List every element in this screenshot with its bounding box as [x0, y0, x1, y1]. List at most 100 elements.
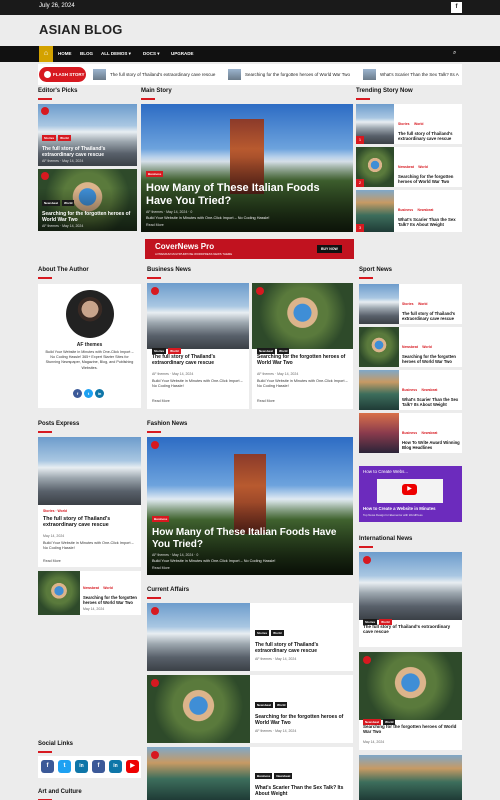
affairs-item[interactable]: Stories World The full story of Thailand's… [147, 603, 353, 671]
post-title[interactable]: The full story of Thailand's extraordina… [43, 516, 138, 529]
post-title[interactable]: Searching for the forgotten heroes of Wo… [257, 354, 350, 366]
twitter-icon[interactable]: t [58, 760, 71, 773]
post-title[interactable]: The full story of Thailand's extraordina… [42, 146, 133, 158]
tag[interactable]: Newsbeat [274, 773, 293, 779]
tag[interactable]: Stories [255, 630, 270, 636]
tag[interactable]: World [275, 702, 288, 708]
post-title[interactable]: The full story of Thailand's extraordina… [402, 311, 460, 321]
facebook-icon[interactable]: f [92, 760, 105, 773]
post-category[interactable]: Newsbeat [422, 431, 438, 435]
nav-blog[interactable]: BLOG [80, 46, 93, 62]
tag[interactable]: World [58, 135, 71, 141]
search-icon[interactable]: ⌕ [453, 50, 456, 57]
sport-item[interactable]: Stories World The full story of Thailand'… [359, 284, 462, 324]
post-title[interactable]: What's Scarier Than the Sex Talk? Its Ab… [255, 785, 350, 797]
twitter-icon[interactable]: t [84, 389, 93, 398]
post-title[interactable]: What's Scarier Than the Sex Talk? Its Ab… [398, 217, 460, 227]
business-card[interactable]: Stories World The full story of Thailand'… [147, 283, 249, 409]
site-logo[interactable]: ASIAN BLOG [39, 22, 123, 37]
post-title[interactable]: The full story of Thailand's extraordina… [255, 642, 350, 654]
ad-buy-now-button[interactable]: BUY NOW [317, 245, 342, 253]
post-category[interactable]: Business [398, 208, 413, 212]
post-author[interactable]: AF themes [255, 729, 272, 733]
post-title[interactable]: How Many of These Italian Foods Have You… [152, 527, 348, 551]
home-icon[interactable]: ⌂ [39, 46, 53, 62]
tag[interactable]: Newsbeat [42, 200, 61, 206]
post-title[interactable]: The full story of Thailand's extraordina… [363, 624, 459, 635]
facebook-icon[interactable]: f [73, 389, 82, 398]
sport-item[interactable]: Business Newsbeat How To Write Award Winn… [359, 413, 462, 453]
post-category[interactable]: Newsbeat [83, 586, 99, 590]
sport-item[interactable]: Business Newsbeat What's Scarier Than the… [359, 370, 462, 410]
facebook-icon[interactable]: f [451, 2, 462, 13]
post-author[interactable]: AF themes [257, 372, 274, 376]
read-more-link[interactable]: Read More [152, 399, 170, 403]
play-icon[interactable]: ▶ [402, 484, 417, 495]
international-card[interactable]: Stories World The full story of Thailand'… [359, 552, 462, 647]
international-card[interactable] [359, 755, 462, 800]
ad-banner[interactable]: CoverNews Pro A PREMIUM MULTIPURPOSE WOR… [145, 239, 354, 259]
tag[interactable]: World [62, 200, 75, 206]
international-card[interactable]: Newsbeat World Searching for the forgotte… [359, 652, 462, 750]
post-category[interactable]: Newsbeat [398, 165, 414, 169]
post-title[interactable]: What's Scarier Than the Sex Talk? Its Ab… [402, 397, 460, 407]
post-category[interactable]: Newsbeat [422, 388, 438, 392]
post-title[interactable]: Searching for the forgotten heroes of Wo… [83, 595, 139, 605]
post-category[interactable]: Business [402, 431, 417, 435]
post-category[interactable]: World [422, 345, 432, 349]
post-category[interactable]: Newsbeat [418, 208, 434, 212]
post-title[interactable]: Searching for the forgotten heroes of Wo… [398, 174, 460, 184]
editors-card[interactable]: Stories World The full story of Thailand'… [38, 104, 137, 166]
editors-card[interactable]: Newsbeat World Searching for the forgotte… [38, 169, 137, 231]
post-author[interactable]: AF themes [152, 372, 169, 376]
flash-item[interactable]: What's Scarier Than the Sex Talk? Its A [363, 67, 462, 82]
linkedin-icon[interactable]: in [75, 760, 88, 773]
post-title[interactable]: Searching for the forgotten heroes of Wo… [255, 714, 350, 726]
facebook-icon[interactable]: f [41, 760, 54, 773]
affairs-item[interactable]: Business Newsbeat What's Scarier Than the … [147, 747, 353, 800]
video-widget[interactable]: How to Create Webs... ▶ How to Create a … [359, 466, 462, 522]
tag[interactable]: Business [152, 515, 170, 522]
post-category[interactable]: Newsbeat [402, 345, 418, 349]
post-category[interactable]: World [414, 122, 424, 126]
post-category[interactable]: World [103, 586, 113, 590]
trending-item[interactable]: 2 Newsbeat World Searching for the forgot… [356, 147, 462, 187]
tag[interactable]: Stories [42, 135, 57, 141]
post-title[interactable]: The full story of Thailand's extraordina… [152, 354, 246, 366]
sport-item[interactable]: Newsbeat World Searching for the forgotte… [359, 327, 462, 367]
read-more-link[interactable]: Read More [152, 566, 348, 570]
nav-all-demos[interactable]: ALL DEMOS ▾ [101, 46, 131, 62]
express-item[interactable]: Newsbeat World Searching for the forgotte… [38, 571, 141, 615]
post-title[interactable]: The full story of Thailand's extraordina… [398, 131, 460, 141]
post-author[interactable]: AF themes [255, 657, 272, 661]
post-category[interactable]: Stories [398, 122, 410, 126]
post-title[interactable]: How Many of These Italian Foods Have You… [146, 182, 348, 208]
business-card[interactable]: Newsbeat World Searching for the forgotte… [252, 283, 353, 409]
post-author[interactable]: AF themes [152, 553, 169, 557]
post-category[interactable]: World [418, 165, 428, 169]
fashion-card[interactable]: Business How Many of These Italian Foods… [147, 437, 353, 575]
post-category[interactable]: World [418, 302, 428, 306]
post-title[interactable]: Searching for the forgotten heroes of Wo… [402, 354, 460, 364]
read-more-link[interactable]: Read More [146, 223, 348, 227]
post-category[interactable]: Stories · World [43, 509, 67, 513]
post-title[interactable]: Searching for the forgotten heroes of Wo… [42, 211, 133, 223]
linkedin-icon[interactable]: in [95, 389, 104, 398]
nav-home[interactable]: HOME [58, 46, 72, 62]
post-title[interactable]: Searching for the forgotten heroes of Wo… [363, 724, 459, 735]
linkedin-icon[interactable]: in [109, 760, 122, 773]
youtube-icon[interactable]: ▶ [126, 760, 139, 773]
post-author[interactable]: AF themes [42, 159, 59, 163]
post-category[interactable]: Stories [402, 302, 414, 306]
read-more-link[interactable]: Read More [43, 559, 61, 563]
post-title[interactable]: How To Write Award Winning Blog Headline… [402, 440, 460, 450]
nav-upgrade[interactable]: UPGRADE [171, 46, 194, 62]
nav-docs[interactable]: DOCS ▾ [143, 46, 160, 62]
read-more-link[interactable]: Read More [257, 399, 275, 403]
trending-item[interactable]: 1 Stories World The full story of Thailan… [356, 104, 462, 144]
tag[interactable]: Business [146, 170, 164, 177]
main-story-card[interactable]: Business How Many of These Italian Foods… [141, 104, 353, 232]
post-author[interactable]: AF themes [42, 224, 59, 228]
post-author[interactable]: AF themes [146, 210, 163, 214]
post-category[interactable]: Business [402, 388, 417, 392]
